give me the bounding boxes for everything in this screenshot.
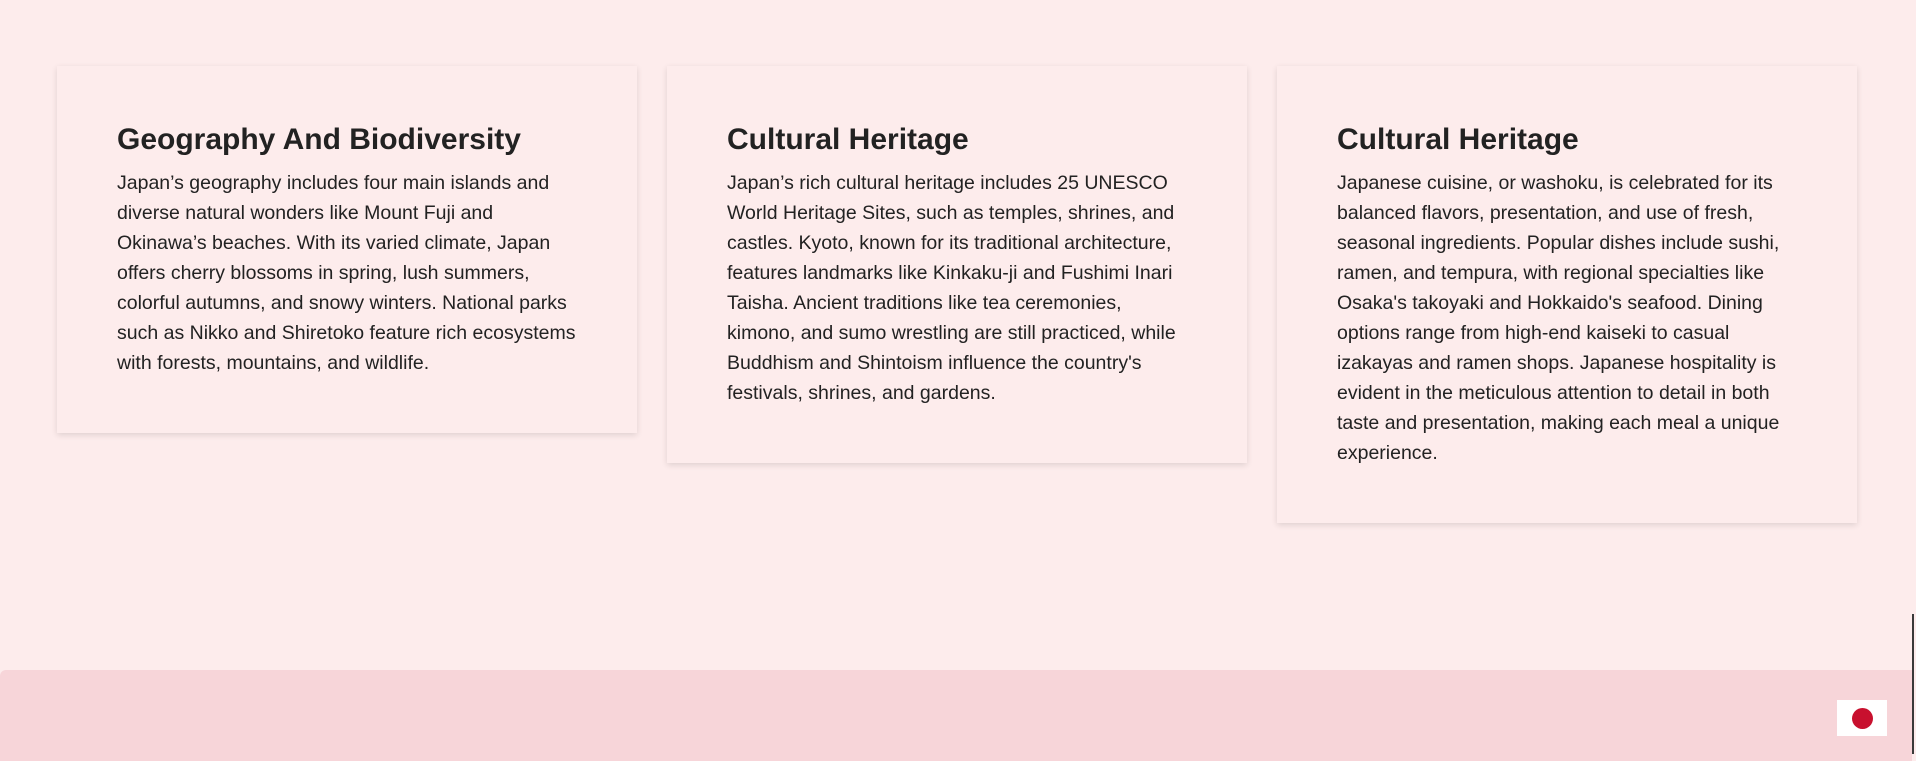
card-title: Cultural Heritage [1337,123,1579,156]
scrollbar-thumb[interactable] [1912,614,1914,754]
card-body: Japan’s geography includes four main isl… [117,172,576,374]
card-cultural-heritage: Cultural Heritage Japan’s rich cultural … [667,66,1247,463]
card-body: Japan’s rich cultural heritage includes … [727,172,1176,404]
japan-flag-icon[interactable] [1837,700,1887,736]
footer [0,670,1912,761]
card-cuisine: Cultural Heritage Japanese cuisine, or w… [1277,66,1857,523]
card-title: Geography And Biodiversity [117,123,521,156]
card-geography: Geography And Biodiversity Japan’s geogr… [57,66,637,433]
flag-disc [1851,707,1873,729]
card-body: Japanese cuisine, or washoku, is celebra… [1337,172,1780,464]
card-title: Cultural Heritage [727,123,969,156]
info-cards-row: Geography And Biodiversity Japan’s geogr… [57,66,1857,523]
